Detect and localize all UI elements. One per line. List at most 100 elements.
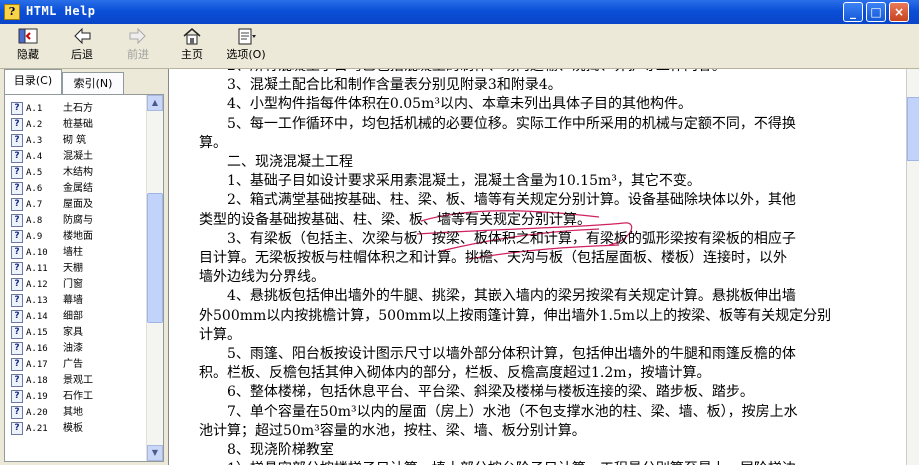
help-page-icon: ? xyxy=(11,198,23,211)
help-page-icon: ? xyxy=(11,422,23,435)
topic-content: 2、所有混凝土子目均已包括混凝土的制作、场内运输、浇捣、养护等工作内容。3、混凝… xyxy=(168,69,907,465)
tree-item-label: 防腐与 xyxy=(63,215,93,226)
tree-item[interactable]: ? A.3 砌 筑 xyxy=(5,133,87,149)
content-line: 7、单个容量在50m³以内的屋面（房上）水池（不包支撑水池的柱、梁、墙、板），按… xyxy=(227,403,798,420)
tree-item-code: A.20 xyxy=(26,408,48,418)
tree-item[interactable]: ? A.5 木结构 xyxy=(5,165,93,181)
options-button[interactable]: 选项(O) xyxy=(222,26,270,66)
scroll-down-icon[interactable]: ▼ xyxy=(147,445,163,461)
content-line: 1）梯悬空部分按楼梯子目计算，填土部分按台阶子目计算，工程量分别算至最上一层阶梯… xyxy=(227,460,907,465)
tree-item[interactable]: ? A.14 细部 xyxy=(5,309,87,325)
hide-label: 隐藏 xyxy=(17,48,39,61)
help-page-icon: ? xyxy=(11,342,23,355)
help-page-icon: ? xyxy=(11,326,23,339)
tree-item[interactable]: ? A.15 家具 xyxy=(5,325,87,341)
tree-item-code: A.21 xyxy=(26,424,48,434)
tree-item-label: 混凝土 xyxy=(63,151,93,162)
help-page-icon: ? xyxy=(11,406,23,419)
tree-item[interactable]: ? A.19 石作工 xyxy=(5,389,93,405)
tree-item-code: A.12 xyxy=(26,280,48,290)
tree-item-code: A.1 xyxy=(26,104,43,114)
tree-item[interactable]: ? A.7 屋面及 xyxy=(5,197,93,213)
help-page-icon: ? xyxy=(11,390,23,403)
content-line: 外500mm以内按挑檐计算，500mm以上按雨篷计算，伸出墙外1.5m以上的按梁… xyxy=(199,307,832,324)
content-line: 2、所有混凝土子目均已包括混凝土的制作、场内运输、浇捣、养护等工作内容。 xyxy=(227,69,907,76)
tree-item-label: 门窗 xyxy=(63,279,83,290)
content-line: 4、小型构件指每件体积在0.05m³以内、本章未列出具体子目的其他构件。 xyxy=(227,96,692,113)
help-page-icon: ? xyxy=(11,102,23,115)
tree-item-code: A.14 xyxy=(26,312,48,322)
scroll-up-icon[interactable]: ▲ xyxy=(147,95,163,111)
tree-scroll-thumb[interactable] xyxy=(147,193,163,323)
tree-item[interactable]: ? A.4 混凝土 xyxy=(5,149,93,165)
minimize-button[interactable]: _ xyxy=(843,2,863,22)
tree-item-code: A.19 xyxy=(26,392,48,402)
content-line: 2、箱式满堂基础按基础、柱、梁、板、墙等有关规定分别计算。设备基础除块体以外，其… xyxy=(227,192,796,209)
help-page-icon: ? xyxy=(11,118,23,131)
tree-item[interactable]: ? A.10 墙柱 xyxy=(5,245,87,261)
tree-item-code: A.2 xyxy=(26,120,43,130)
contents-tree: ? A.1 土石方? A.2 桩基础? A.3 砌 筑? A.4 混凝土? A.5 木结构? A.6 金… xyxy=(5,101,93,437)
toolbar: 隐藏 后退 前进 主页 选项(O) xyxy=(0,24,919,69)
forward-label: 前进 xyxy=(127,48,149,61)
home-label: 主页 xyxy=(181,48,203,61)
window-title: HTML Help xyxy=(26,4,96,18)
tree-item-label: 楼地面 xyxy=(63,231,93,242)
help-page-icon: ? xyxy=(11,150,23,163)
tree-item[interactable]: ? A.21 模板 xyxy=(5,421,87,437)
tree-item[interactable]: ? A.17 广告 xyxy=(5,357,87,373)
tree-item[interactable]: ? A.9 楼地面 xyxy=(5,229,93,245)
content-line: 5、雨篷、阳台板按设计图示尺寸以墙外部分体积计算，包括伸出墙外的牛腿和雨篷反檐的… xyxy=(227,346,796,362)
help-page-icon: ? xyxy=(11,166,23,179)
content-scrollbar[interactable] xyxy=(906,69,919,465)
tree-item-label: 土石方 xyxy=(63,103,93,114)
tree-item[interactable]: ? A.18 景观工 xyxy=(5,373,93,389)
help-page-icon: ? xyxy=(11,182,23,195)
tree-item[interactable]: ? A.6 金属结 xyxy=(5,181,93,197)
tree-item-code: A.10 xyxy=(26,248,48,258)
tree-item[interactable]: ? A.2 桩基础 xyxy=(5,117,93,133)
tab-index[interactable]: 索引(N) xyxy=(62,72,124,94)
tree-item[interactable]: ? A.13 幕墙 xyxy=(5,293,87,309)
tree-item-label: 幕墙 xyxy=(63,295,83,306)
back-label: 后退 xyxy=(71,48,93,61)
content-line: 3、混凝土配合比和制作含量表分别见附录3和附录4。 xyxy=(227,77,562,94)
tree-item-label: 广告 xyxy=(63,359,83,370)
tree-item-label: 其地 xyxy=(63,407,83,418)
help-page-icon: ? xyxy=(11,214,23,227)
navigation-pane: 目录(C) 索引(N) ? A.1 土石方? A.2 桩基础? A.3 砌 筑? A.4 混凝土… xyxy=(0,69,166,465)
home-button[interactable]: 主页 xyxy=(174,26,210,66)
tree-item-code: A.3 xyxy=(26,136,43,146)
tree-item[interactable]: ? A.8 防腐与 xyxy=(5,213,93,229)
back-button[interactable]: 后退 xyxy=(64,26,100,66)
help-page-icon: ? xyxy=(11,294,23,307)
tree-item-label: 金属结 xyxy=(63,183,93,194)
forward-button[interactable]: 前进 xyxy=(120,26,156,66)
help-book-icon: ? xyxy=(4,4,20,20)
hide-button[interactable]: 隐藏 xyxy=(10,26,46,66)
content-line: 积。栏板、反檐包括其伸入砌体内的部分，栏板、反檐高度超过1.2m，按墙计算。 xyxy=(199,365,711,382)
tree-item[interactable]: ? A.11 天棚 xyxy=(5,261,87,277)
close-button[interactable]: × xyxy=(889,2,909,22)
tree-item-code: A.16 xyxy=(26,344,48,354)
tree-item-code: A.5 xyxy=(26,168,43,178)
content-line: 5、每一工作循环中，均包括机械的必要位移。实际工作中所采用的机械与定额不同，不得… xyxy=(227,115,796,132)
tree-item-label: 景观工 xyxy=(63,375,93,386)
tree-item-label: 砌 筑 xyxy=(63,135,87,146)
content-scroll-thumb[interactable] xyxy=(907,97,919,161)
options-icon xyxy=(235,26,257,46)
forward-arrow-icon xyxy=(127,26,149,46)
tree-item-code: A.15 xyxy=(26,328,48,338)
maximize-button[interactable]: □ xyxy=(866,2,886,22)
tab-contents[interactable]: 目录(C) xyxy=(4,69,62,94)
tree-item[interactable]: ? A.1 土石方 xyxy=(5,101,93,117)
content-line: 目计算。无梁板按板与柱帽体积之和计算。挑檐、天沟与板（包括屋面板、楼板）连接时，… xyxy=(199,250,787,266)
tree-item-label: 油漆 xyxy=(63,343,83,354)
tree-item[interactable]: ? A.20 其地 xyxy=(5,405,87,421)
tree-scrollbar[interactable]: ▲ ▼ xyxy=(146,95,163,461)
tree-item[interactable]: ? A.16 油漆 xyxy=(5,341,87,357)
tree-item[interactable]: ? A.12 门窗 xyxy=(5,277,87,293)
tree-item-code: A.9 xyxy=(26,232,43,242)
help-page-icon: ? xyxy=(11,230,23,243)
help-page-icon: ? xyxy=(11,310,23,323)
